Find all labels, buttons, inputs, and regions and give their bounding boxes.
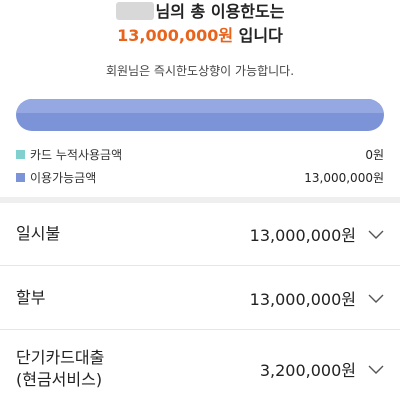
limit-label-lump-sum: 일시불 xyxy=(16,224,61,243)
limit-label-cash-service: 단기카드대출 (현금서비스) xyxy=(16,347,260,391)
legend-label-available: 이용가능금액 xyxy=(30,170,97,185)
legend-row-available: 이용가능금액 13,000,000원 xyxy=(16,168,384,186)
usage-progress-bar xyxy=(16,99,384,131)
limit-label-installment: 할부 xyxy=(16,287,46,307)
legend-label-used: 카드 누적사용금액 xyxy=(30,147,123,162)
total-limit-tail: 입니다 xyxy=(233,26,283,45)
limit-row-lump-sum[interactable]: 일시불 13,000,000원 xyxy=(0,203,400,265)
limit-summary-header: 님의 총 이용한도는 13,000,000원 입니다 회원님은 즉시한도상향이 … xyxy=(0,0,400,195)
available-swatch xyxy=(16,172,25,182)
summary-title: 님의 총 이용한도는 xyxy=(0,0,400,24)
instant-raise-notice: 회원님은 즉시한도상향이 가능합니다. xyxy=(105,64,295,78)
bar-highlight xyxy=(16,99,384,113)
title-suffix: 님의 총 이용한도는 xyxy=(155,2,285,21)
limit-row-installment[interactable]: 할부 13,000,000원 xyxy=(0,266,400,329)
total-limit-amount: 13,000,000원 xyxy=(117,26,234,45)
limit-label-line1: 단기카드대출 xyxy=(16,347,105,367)
legend-value-used: 0원 xyxy=(365,147,384,162)
total-limit-line: 13,000,000원 입니다 xyxy=(0,24,400,48)
limit-amount-lump-sum: 13,000,000원 xyxy=(249,226,356,245)
used-swatch xyxy=(16,149,25,159)
limit-amount-cash-service: 3,200,000원 xyxy=(259,360,356,380)
chevron-down-icon[interactable] xyxy=(368,363,384,375)
chevron-down-icon[interactable] xyxy=(368,292,384,304)
masked-user-name xyxy=(115,2,154,20)
limit-row-cash-service[interactable]: 단기카드대출 (현금서비스) 3,200,000원 xyxy=(0,330,400,407)
limit-label-line2: (현금서비스) xyxy=(16,369,103,389)
legend-row-used: 카드 누적사용금액 0원 xyxy=(16,145,384,163)
limit-amount-installment: 13,000,000원 xyxy=(249,289,356,309)
chevron-down-icon[interactable] xyxy=(368,228,384,240)
legend-value-available: 13,000,000원 xyxy=(304,170,384,185)
